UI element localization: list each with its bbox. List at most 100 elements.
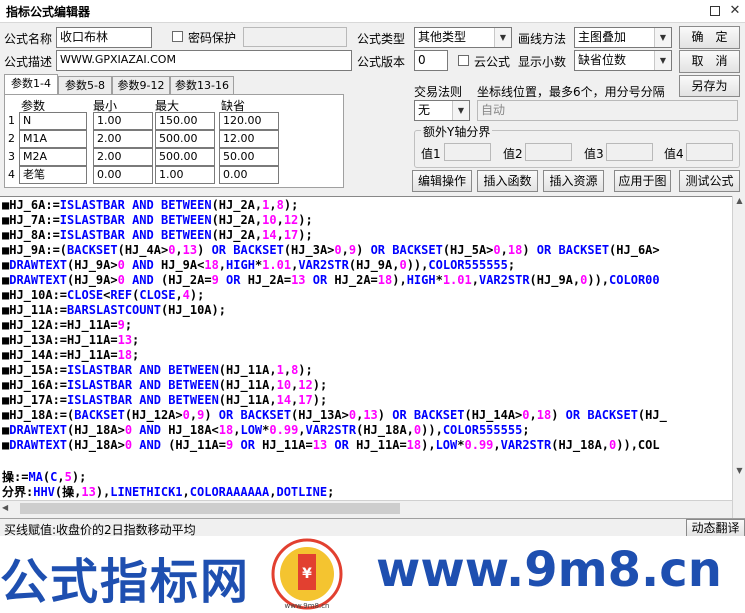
password-input[interactable] — [243, 27, 347, 47]
watermark-left-text: 公式指标网 — [0, 554, 251, 610]
decimals-select[interactable]: 缺省位数 ▼ — [574, 50, 672, 71]
param-default-input[interactable]: 50.00 — [219, 148, 279, 166]
trade-rule-select[interactable]: 无 ▼ — [414, 100, 470, 121]
param-row-index: 2 — [8, 132, 15, 145]
scroll-thumb[interactable] — [20, 503, 400, 514]
tab-params-5-8[interactable]: 参数5-8 — [58, 76, 112, 94]
formula-version-input[interactable]: 0 — [414, 50, 448, 71]
insert-function-button[interactable]: 插入函数 — [477, 170, 538, 192]
param-min-input[interactable]: 2.00 — [93, 130, 153, 148]
params-panel: 参数 最小 最大 缺省 1 N 1.00 150.00 120.00 2 M1A… — [4, 94, 344, 188]
value2-input[interactable] — [525, 143, 572, 161]
param-min-input[interactable]: 0.00 — [93, 166, 153, 184]
param-max-input[interactable]: 150.00 — [155, 112, 215, 130]
formula-editor-window: 指标公式编辑器 ✕ 公式名称 收口布林 密码保护 公式类型 其他类型 ▼ 画线方… — [0, 0, 745, 613]
code-line: ■HJ_10A:=CLOSE<REF(CLOSE,4); — [2, 288, 205, 302]
close-button[interactable]: ✕ — [724, 1, 745, 21]
value3-input[interactable] — [606, 143, 653, 161]
test-formula-button[interactable]: 测试公式 — [679, 170, 740, 192]
code-line: ■DRAWTEXT(HJ_18A>0 AND (HJ_11A=9 OR HJ_1… — [2, 438, 660, 452]
param-max-input[interactable]: 500.00 — [155, 130, 215, 148]
restore-icon — [710, 6, 720, 16]
param-max-input[interactable]: 500.00 — [155, 148, 215, 166]
code-line: ■HJ_15A:=ISLASTBAR AND BETWEEN(HJ_11A,1,… — [2, 363, 313, 377]
param-row-index: 3 — [8, 150, 15, 163]
code-line: ■HJ_9A:=(BACKSET(HJ_4A>0,13) OR BACKSET(… — [2, 243, 660, 257]
chevron-down-icon: ▼ — [494, 28, 511, 47]
param-name-input[interactable]: N — [19, 112, 87, 130]
vertical-scrollbar[interactable]: ▲ ▼ — [732, 196, 745, 518]
window-title: 指标公式编辑器 — [6, 5, 91, 19]
password-checkbox[interactable] — [172, 31, 183, 42]
code-editor[interactable]: ■HJ_6A:=ISLASTBAR AND BETWEEN(HJ_2A,1,8)… — [0, 196, 732, 520]
value4-label: 值4 — [664, 147, 684, 161]
edit-operation-button[interactable]: 编辑操作 — [412, 170, 472, 192]
param-row-index: 1 — [8, 114, 15, 127]
cancel-button[interactable]: 取 消 — [679, 50, 740, 73]
dynamic-translate-button[interactable]: 动态翻译 — [686, 519, 745, 537]
svg-text:¥: ¥ — [302, 566, 312, 582]
trade-rule-value: 无 — [418, 103, 431, 117]
value3-label: 值3 — [584, 147, 604, 161]
watermark-logo: ¥ www.9m8.cn — [271, 538, 343, 610]
cloud-formula-checkbox[interactable] — [458, 55, 469, 66]
value2-label: 值2 — [503, 147, 523, 161]
decimals-value: 缺省位数 — [578, 53, 627, 67]
horizontal-scrollbar[interactable]: ◀ — [0, 500, 732, 518]
scroll-up-icon[interactable]: ▲ — [735, 196, 744, 209]
code-line: ■HJ_14A:=HJ_11A=18; — [2, 348, 140, 362]
code-line: 分界:HHV(操,13),LINETHICK1,COLORAAAAAA,DOTL… — [2, 485, 335, 499]
title-bar: 指标公式编辑器 ✕ — [0, 0, 745, 23]
value1-input[interactable] — [444, 143, 491, 161]
code-line: ■HJ_8A:=ISLASTBAR AND BETWEEN(HJ_2A,14,1… — [2, 228, 313, 242]
formula-name-input[interactable]: 收口布林 — [56, 27, 152, 48]
code-line: ■DRAWTEXT(HJ_9A>0 AND (HJ_2A=9 OR HJ_2A=… — [2, 273, 660, 287]
tab-params-9-12[interactable]: 参数9-12 — [112, 76, 170, 94]
formula-version-label: 公式版本 — [357, 55, 406, 69]
param-min-input[interactable]: 1.00 — [93, 112, 153, 130]
password-label: 密码保护 — [188, 31, 237, 45]
extra-y-axis-label: 额外Y轴分界 — [421, 123, 493, 140]
param-min-input[interactable]: 2.00 — [93, 148, 153, 166]
restore-button[interactable] — [704, 1, 726, 21]
value4-input[interactable] — [686, 143, 733, 161]
code-line: ■HJ_16A:=ISLASTBAR AND BETWEEN(HJ_11A,10… — [2, 378, 328, 392]
tab-params-13-16[interactable]: 参数13-16 — [170, 76, 234, 94]
draw-method-select[interactable]: 主图叠加 ▼ — [574, 27, 672, 48]
close-icon: ✕ — [729, 3, 741, 18]
status-bar: 买线赋值:收盘价的2日指数移动平均 动态翻译 — [0, 518, 745, 537]
chevron-down-icon: ▼ — [654, 51, 671, 70]
param-default-input[interactable]: 120.00 — [219, 112, 279, 130]
draw-method-value: 主图叠加 — [578, 30, 627, 44]
tab-params-1-4[interactable]: 参数1-4 — [4, 74, 58, 95]
param-name-input[interactable]: 老笔 — [19, 166, 87, 184]
cloud-formula-label: 云公式 — [474, 55, 511, 69]
scroll-down-icon[interactable]: ▼ — [735, 466, 744, 479]
formula-desc-input[interactable]: WWW.GPXIAZAI.COM — [56, 50, 352, 71]
coord-line-input[interactable]: 自动 — [477, 100, 738, 121]
param-max-input[interactable]: 1.00 — [155, 166, 215, 184]
value1-label: 值1 — [421, 147, 441, 161]
code-line: ■DRAWTEXT(HJ_9A>0 AND HJ_9A<18,HIGH*1.01… — [2, 258, 516, 272]
watermark-right-text: www.9m8.cn — [376, 542, 722, 598]
formula-type-select[interactable]: 其他类型 ▼ — [414, 27, 512, 48]
ok-button[interactable]: 确 定 — [679, 26, 740, 49]
param-name-input[interactable]: M2A — [19, 148, 87, 166]
param-default-input[interactable]: 0.00 — [219, 166, 279, 184]
param-name-input[interactable]: M1A — [19, 130, 87, 148]
trade-rule-label: 交易法则 — [414, 85, 463, 99]
apply-to-chart-button[interactable]: 应用于图 — [614, 170, 671, 192]
watermark-banner: 公式指标网 ¥ www.9m8.cn www.9m8.cn — [0, 536, 745, 613]
insert-resource-button[interactable]: 插入资源 — [543, 170, 604, 192]
code-line: ■HJ_18A:=(BACKSET(HJ_12A>0,9) OR BACKSET… — [2, 408, 667, 422]
svg-text:www.9m8.cn: www.9m8.cn — [285, 602, 330, 610]
param-default-input[interactable]: 12.00 — [219, 130, 279, 148]
coord-line-label: 坐标线位置，最多6个，用分号分隔 — [477, 85, 665, 99]
scroll-left-icon[interactable]: ◀ — [2, 503, 12, 515]
formula-name-label: 公式名称 — [4, 32, 53, 46]
formula-type-value: 其他类型 — [418, 30, 467, 44]
draw-method-label: 画线方法 — [518, 32, 567, 46]
code-line: ■HJ_6A:=ISLASTBAR AND BETWEEN(HJ_2A,1,8)… — [2, 198, 299, 212]
save-as-button[interactable]: 另存为 — [679, 75, 740, 97]
code-line: ■HJ_17A:=ISLASTBAR AND BETWEEN(HJ_11A,14… — [2, 393, 328, 407]
